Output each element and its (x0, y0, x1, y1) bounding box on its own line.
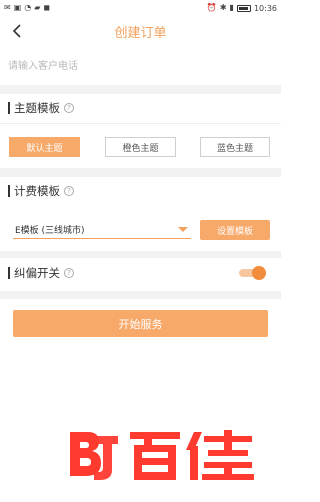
help-icon[interactable]: ? (64, 103, 74, 113)
theme-option-blue[interactable]: 蓝色主题 (200, 137, 270, 157)
wifi-icon: ◔ (24, 3, 32, 12)
status-right: ⏰ ✱ ▮ 10:36 (207, 4, 277, 13)
help-icon[interactable]: ? (64, 268, 74, 278)
app-icon: ◼ (43, 3, 51, 12)
set-template-button[interactable]: 设置模板 (200, 220, 270, 240)
billing-template-value: E模板 (三线城市) (15, 226, 85, 236)
image-icon: ▣ (13, 3, 22, 12)
billing-section-title: 计费模板 (14, 184, 60, 198)
battery-icon (236, 4, 251, 12)
section-divider (0, 291, 281, 299)
customer-phone-input[interactable] (0, 52, 281, 80)
dropdown-caret-icon (178, 227, 188, 232)
page-title: 创建订单 (114, 25, 167, 41)
folder-icon: ▰ (34, 3, 41, 12)
theme-section-title: 主题模板 (14, 101, 60, 115)
section-divider (0, 85, 281, 94)
theme-option-default[interactable]: 默认主题 (9, 137, 80, 157)
correction-toggle[interactable] (239, 266, 267, 280)
billing-template-select[interactable]: E模板 (三线城市) (13, 221, 191, 239)
status-bar: ✉ ▣ ◔ ▰ ◼ ⏰ ✱ ▮ 10:36 (0, 0, 281, 16)
header: 创建订单 (0, 16, 281, 46)
baijia-logo (70, 430, 254, 480)
bluetooth-icon: ✱ (219, 3, 227, 12)
section-accent-bar (8, 102, 10, 114)
signal-icon: ▮ (229, 3, 234, 12)
back-button[interactable] (8, 22, 26, 40)
section-divider (0, 251, 281, 258)
help-icon[interactable]: ? (64, 186, 74, 196)
start-service-button[interactable]: 开始服务 (13, 310, 268, 337)
theme-option-orange[interactable]: 橙色主题 (105, 137, 176, 157)
toggle-knob (252, 266, 266, 280)
status-left: ✉ ▣ ◔ ▰ ◼ (4, 4, 50, 12)
correction-section-title: 纠偏开关 (14, 266, 60, 280)
theme-section-header: 主题模板 ? (8, 100, 74, 116)
alarm-icon: ⏰ (206, 3, 217, 12)
correction-section-header: 纠偏开关 ? (8, 265, 74, 281)
section-accent-bar (8, 267, 10, 279)
status-time: 10:36 (253, 3, 277, 13)
section-accent-bar (8, 185, 10, 197)
notification-icon: ✉ (4, 3, 11, 12)
billing-section-header: 计费模板 ? (8, 183, 74, 199)
chevron-left-icon (12, 24, 21, 38)
section-divider (0, 168, 281, 177)
line-divider (0, 123, 281, 124)
